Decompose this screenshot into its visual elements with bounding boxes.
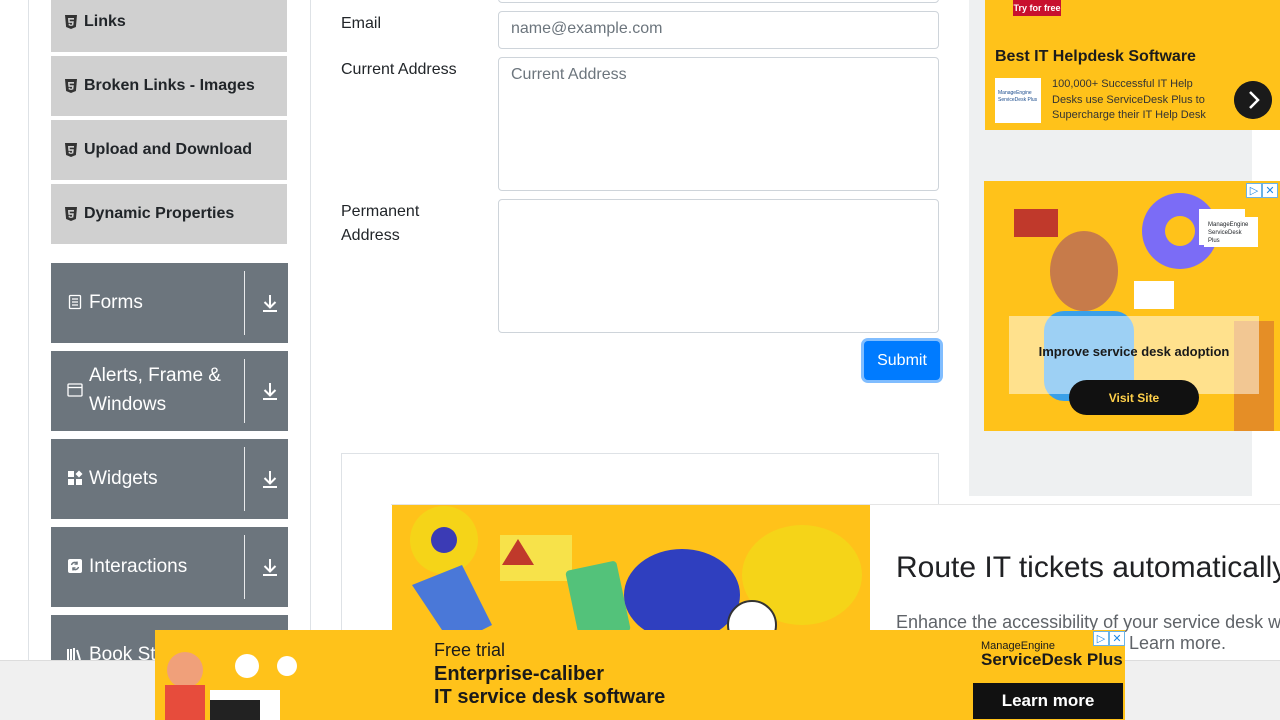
ad-body-text: Enhance the accessibility of your servic… (896, 612, 1280, 632)
permanent-address-label: Permanent Address (341, 203, 420, 244)
download-icon[interactable] (261, 557, 279, 577)
email-label: Email (341, 15, 382, 32)
ad-choices-icon[interactable]: ▷ (1246, 183, 1262, 198)
divider (244, 359, 245, 423)
sidebar-group-label: Widgets (89, 467, 158, 489)
visit-site-button[interactable]: Visit Site (1069, 380, 1199, 415)
ad-line-3-text: IT service desk software (434, 686, 666, 708)
widgets-icon (68, 470, 83, 485)
html5-icon (65, 15, 77, 29)
ad-headline[interactable]: Route IT tickets automatically (896, 551, 1280, 585)
ad-try-badge[interactable]: Try for free (1013, 0, 1061, 16)
sidebar-group-widgets[interactable]: Widgets (51, 439, 288, 519)
html5-icon (65, 207, 77, 221)
page-root: Links Broken Links - Images Upload and D… (0, 0, 1280, 720)
divider (244, 447, 245, 511)
close-icon[interactable]: ✕ (1109, 631, 1125, 646)
sidebar-group-interactions[interactable]: Interactions (51, 527, 288, 607)
ad-description: 100,000+ Successful IT Help Desks use Se… (1052, 78, 1206, 121)
email-field[interactable]: name@example.com (498, 11, 939, 49)
window-icon (67, 383, 83, 397)
anchor-ad[interactable]: Free trial Enterprise-caliber IT service… (155, 630, 1125, 720)
current-address-field[interactable]: Current Address (498, 57, 939, 191)
ad-service-desk-adoption[interactable]: ▷ ✕ ManageEngine ServiceDesk Plus Improv… (984, 181, 1280, 431)
sidebar-group-alerts[interactable]: Alerts, Frame & Windows (51, 351, 288, 431)
ad-line-2-text: Enterprise-caliber (434, 663, 605, 685)
file-text-icon (68, 294, 82, 310)
ad-brand-name: ServiceDesk Plus (981, 650, 1123, 669)
close-icon[interactable]: ✕ (1262, 183, 1278, 198)
ad-brand-logo: ManageEngine ServiceDesk Plus (1204, 217, 1258, 247)
permanent-address-field[interactable] (498, 199, 939, 333)
ad-logo: ManageEngine ServiceDesk Plus (995, 78, 1041, 123)
html5-icon (65, 143, 77, 157)
download-icon[interactable] (261, 381, 279, 401)
sidebar-group-forms[interactable]: Forms (51, 263, 288, 343)
ad-choices-icon[interactable]: ▷ (1093, 631, 1109, 646)
sidebar-item-label: Links (84, 13, 126, 30)
ad-helpdesk[interactable]: Try for free Best IT Helpdesk Software M… (985, 0, 1280, 130)
sidebar-item-dynamic-properties[interactable]: Dynamic Properties (51, 184, 287, 246)
sidebar-item-upload-download[interactable]: Upload and Download (51, 120, 287, 182)
sidebar-item-label: Upload and Download (84, 141, 252, 158)
ad-title[interactable]: Best IT Helpdesk Software (995, 48, 1196, 66)
sidebar-item-label: Broken Links - Images (84, 77, 255, 94)
current-address-label: Current Address (341, 61, 457, 78)
email-placeholder: name@example.com (511, 20, 663, 37)
refresh-icon (68, 559, 82, 573)
sidebar-item-links[interactable]: Links (51, 0, 287, 54)
chevron-right-icon[interactable] (1234, 81, 1272, 119)
download-icon[interactable] (261, 293, 279, 313)
divider (244, 535, 245, 599)
ad-headline: Improve service desk adoption (1038, 344, 1230, 359)
ad-learn-more-link[interactable]: Learn more. (1129, 633, 1226, 654)
html5-icon (65, 79, 77, 93)
sidebar-group-label: Forms (89, 291, 143, 313)
divider (244, 271, 245, 335)
sidebar: Links Broken Links - Images Upload and D… (28, 0, 311, 720)
ad-line-2: Enterprise-caliber IT service desk softw… (434, 663, 665, 709)
download-icon[interactable] (261, 469, 279, 489)
ad-illustration (165, 652, 297, 720)
sidebar-group-label: Interactions (89, 555, 188, 577)
sidebar-group-label: Alerts, Frame & Windows (89, 365, 221, 415)
ad-line-1: Free trial (434, 640, 506, 660)
learn-more-button[interactable]: Learn more (973, 683, 1123, 719)
sidebar-item-label: Dynamic Properties (84, 205, 235, 222)
submit-button[interactable]: Submit (864, 341, 940, 380)
full-name-field[interactable] (498, 0, 939, 3)
current-address-placeholder: Current Address (511, 66, 627, 83)
sidebar-item-broken-links[interactable]: Broken Links - Images (51, 56, 287, 118)
